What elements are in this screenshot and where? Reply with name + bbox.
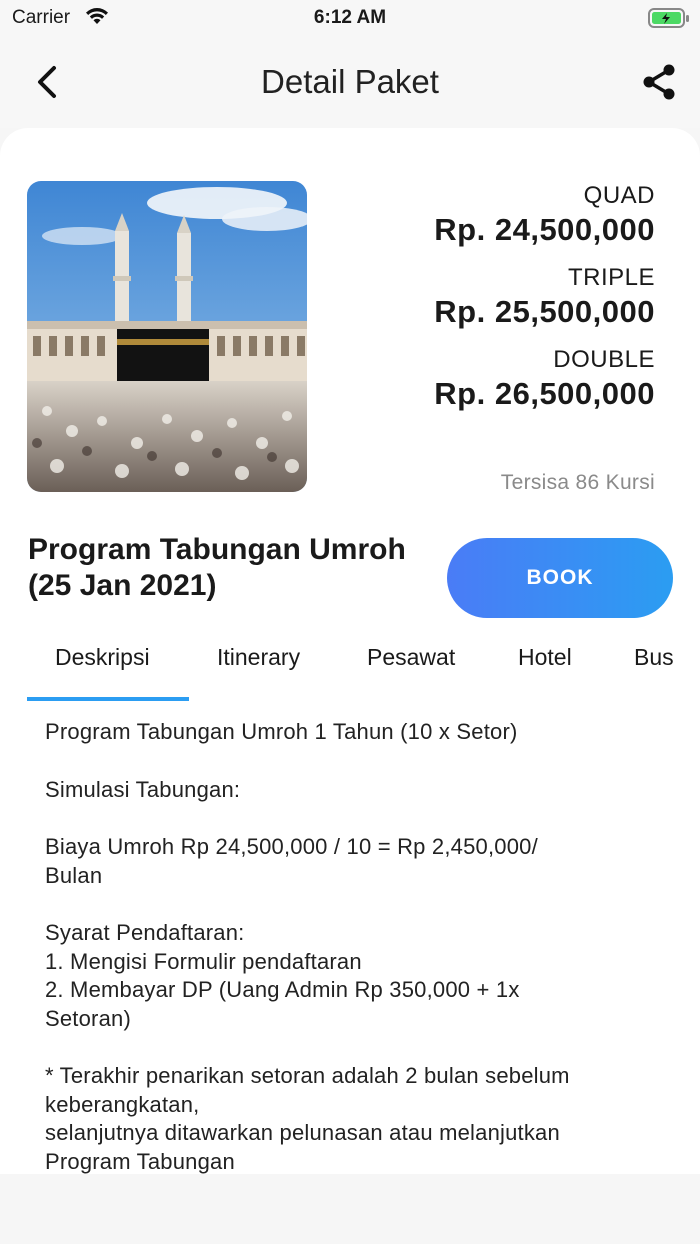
status-time: 6:12 AM: [313, 7, 387, 28]
seats-remaining: Tersisa 86 Kursi: [500, 471, 655, 494]
description-line: 2. Membayar DP (Uang Admin Rp 350,000 + …: [45, 977, 520, 1002]
package-title-line2: (25 Jan 2021): [28, 569, 217, 602]
description-line: keberangkatan,: [45, 1091, 200, 1117]
description-line: Program Tabungan Umroh 1 Tahun (10 x Set…: [45, 719, 518, 744]
detail-tabs: Deskripsi Itinerary Pesawat Hotel Bus: [0, 628, 700, 702]
active-tab-indicator: [27, 697, 189, 701]
package-title: Program Tabungan Umroh (25 Jan 2021): [28, 532, 438, 604]
description-line: Program Tabungan: [45, 1148, 235, 1174]
price-triple: Rp. 25,500,000: [434, 294, 655, 329]
room-type-quad: QUAD: [583, 182, 655, 209]
description-line: selanjutnya ditawarkan pelunasan atau me…: [45, 1120, 560, 1145]
price-list: QUAD Rp. 24,500,000 TRIPLE Rp. 25,500,00…: [434, 180, 655, 426]
battery-icon: [648, 7, 690, 34]
description-line: 1. Mengisi Formulir pendaftaran: [45, 948, 362, 974]
book-button[interactable]: BOOK: [447, 538, 673, 618]
description-line: Biaya Umroh Rp 24,500,000 / 10 = Rp 2,45…: [45, 834, 538, 859]
description-line: Bulan: [45, 862, 103, 888]
package-image: [27, 181, 307, 492]
description-line: * Terakhir penarikan setoran adalah 2 bu…: [45, 1063, 570, 1088]
page-title: Detail Paket: [261, 63, 439, 100]
room-type-double: DOUBLE: [553, 346, 655, 373]
description-line: Syarat Pendaftaran:: [45, 920, 245, 945]
bottom-safe-area: [0, 1174, 700, 1244]
share-icon[interactable]: [640, 63, 678, 101]
tab-deskripsi[interactable]: Deskripsi: [55, 644, 150, 671]
tab-bus[interactable]: Bus: [634, 644, 674, 671]
package-title-line1: Program Tabungan Umroh: [28, 533, 406, 566]
tab-pesawat[interactable]: Pesawat: [367, 644, 455, 671]
price-double: Rp. 26,500,000: [434, 376, 655, 411]
room-type-triple: TRIPLE: [567, 264, 655, 291]
price-quad: Rp. 24,500,000: [434, 212, 655, 247]
description-text: Program Tabungan Umroh 1 Tahun (10 x Set…: [45, 718, 645, 1174]
description-line: Simulasi Tabungan:: [45, 776, 241, 802]
package-detail-card: QUAD Rp. 24,500,000 TRIPLE Rp. 25,500,00…: [0, 128, 700, 1174]
tab-hotel[interactable]: Hotel: [518, 644, 572, 671]
description-line: Setoran): [45, 1005, 131, 1031]
tab-itinerary[interactable]: Itinerary: [217, 644, 300, 671]
status-bar: Carrier 6:12 AM: [0, 0, 700, 36]
nav-bar: Detail Paket: [0, 36, 700, 128]
